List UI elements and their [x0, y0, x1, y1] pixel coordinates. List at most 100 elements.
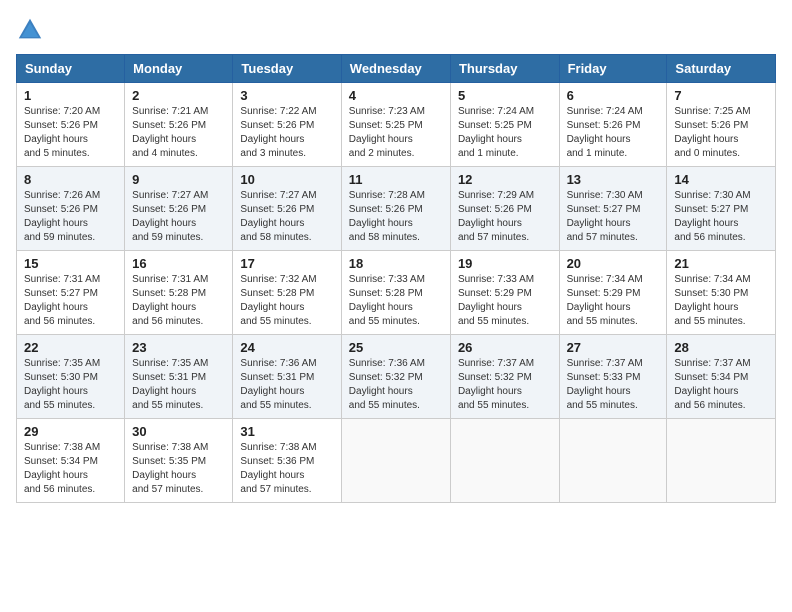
calendar-cell: 3Sunrise: 7:22 AMSunset: 5:26 PMDaylight… — [233, 83, 341, 167]
calendar-cell — [667, 419, 776, 503]
calendar-cell: 7 Sunrise: 7:25 AMSunset: 5:26 PMDaylight… — [667, 83, 776, 167]
day-info: Sunrise: 7:23 AMSunset: 5:25 PMDaylight … — [349, 105, 443, 161]
day-info: Sunrise: 7:38 AMSunset: 5:34 PMDaylight … — [24, 441, 117, 497]
calendar-cell: 4 Sunrise: 7:23 AMSunset: 5:25 PMDaylight… — [341, 83, 450, 167]
day-number: 16 — [132, 256, 225, 271]
calendar-cell: 11 Sunrise: 7:28 AMSunset: 5:26 PMDayligh… — [341, 167, 450, 251]
weekday-header-friday: Friday — [559, 55, 667, 83]
calendar-cell: 14 Sunrise: 7:30 AMSunset: 5:27 PMDayligh… — [667, 167, 776, 251]
day-number: 13 — [567, 172, 660, 187]
day-info: Sunrise: 7:24 AMSunset: 5:25 PMDaylight … — [458, 105, 552, 161]
calendar-week-row: 8 Sunrise: 7:26 AMSunset: 5:26 PMDaylight… — [17, 167, 776, 251]
day-info: Sunrise: 7:34 AMSunset: 5:29 PMDaylight … — [567, 273, 660, 329]
calendar-week-row: 22Sunrise: 7:35 AMSunset: 5:30 PMDayligh… — [17, 335, 776, 419]
day-info: Sunrise: 7:33 AMSunset: 5:28 PMDaylight … — [349, 273, 443, 329]
calendar-cell: 1 Sunrise: 7:20 AMSunset: 5:26 PMDaylight… — [17, 83, 125, 167]
day-info: Sunrise: 7:37 AMSunset: 5:33 PMDaylight … — [567, 357, 660, 413]
day-info: Sunrise: 7:36 AMSunset: 5:31 PMDaylight … — [240, 357, 333, 413]
day-info: Sunrise: 7:31 AMSunset: 5:27 PMDaylight … — [24, 273, 117, 329]
day-number: 1 — [24, 88, 117, 103]
calendar-cell: 21Sunrise: 7:34 AMSunset: 5:30 PMDayligh… — [667, 251, 776, 335]
calendar-week-row: 1 Sunrise: 7:20 AMSunset: 5:26 PMDaylight… — [17, 83, 776, 167]
day-number: 29 — [24, 424, 117, 439]
day-number: 10 — [240, 172, 333, 187]
calendar-week-row: 15 Sunrise: 7:31 AMSunset: 5:27 PMDayligh… — [17, 251, 776, 335]
calendar-cell: 25 Sunrise: 7:36 AMSunset: 5:32 PMDayligh… — [341, 335, 450, 419]
calendar-cell — [559, 419, 667, 503]
weekday-header-wednesday: Wednesday — [341, 55, 450, 83]
weekday-header-thursday: Thursday — [450, 55, 559, 83]
calendar-cell — [341, 419, 450, 503]
day-info: Sunrise: 7:25 AMSunset: 5:26 PMDaylight … — [674, 105, 768, 161]
day-info: Sunrise: 7:24 AMSunset: 5:26 PMDaylight … — [567, 105, 660, 161]
day-info: Sunrise: 7:30 AMSunset: 5:27 PMDaylight … — [674, 189, 768, 245]
calendar-cell: 19Sunrise: 7:33 AMSunset: 5:29 PMDayligh… — [450, 251, 559, 335]
calendar-cell: 30 Sunrise: 7:38 AMSunset: 5:35 PMDayligh… — [125, 419, 233, 503]
calendar-cell: 16 Sunrise: 7:31 AMSunset: 5:28 PMDayligh… — [125, 251, 233, 335]
day-info: Sunrise: 7:38 AMSunset: 5:36 PMDaylight … — [240, 441, 333, 497]
weekday-header-saturday: Saturday — [667, 55, 776, 83]
weekday-header-monday: Monday — [125, 55, 233, 83]
day-info: Sunrise: 7:32 AMSunset: 5:28 PMDaylight … — [240, 273, 333, 329]
calendar-cell: 15 Sunrise: 7:31 AMSunset: 5:27 PMDayligh… — [17, 251, 125, 335]
calendar-cell: 23 Sunrise: 7:35 AMSunset: 5:31 PMDayligh… — [125, 335, 233, 419]
day-info: Sunrise: 7:21 AMSunset: 5:26 PMDaylight … — [132, 105, 225, 161]
day-info: Sunrise: 7:36 AMSunset: 5:32 PMDaylight … — [349, 357, 443, 413]
calendar-cell: 9Sunrise: 7:27 AMSunset: 5:26 PMDaylight… — [125, 167, 233, 251]
day-number: 25 — [349, 340, 443, 355]
day-info: Sunrise: 7:35 AMSunset: 5:31 PMDaylight … — [132, 357, 225, 413]
day-info: Sunrise: 7:37 AMSunset: 5:34 PMDaylight … — [674, 357, 768, 413]
calendar-cell: 31 Sunrise: 7:38 AMSunset: 5:36 PMDayligh… — [233, 419, 341, 503]
day-number: 4 — [349, 88, 443, 103]
day-number: 12 — [458, 172, 552, 187]
calendar-cell: 8 Sunrise: 7:26 AMSunset: 5:26 PMDaylight… — [17, 167, 125, 251]
day-number: 8 — [24, 172, 117, 187]
calendar-cell: 27Sunrise: 7:37 AMSunset: 5:33 PMDayligh… — [559, 335, 667, 419]
calendar-cell: 10 Sunrise: 7:27 AMSunset: 5:26 PMDayligh… — [233, 167, 341, 251]
calendar-cell — [450, 419, 559, 503]
day-number: 5 — [458, 88, 552, 103]
calendar-cell: 28 Sunrise: 7:37 AMSunset: 5:34 PMDayligh… — [667, 335, 776, 419]
page-header — [16, 16, 776, 44]
calendar-cell: 17Sunrise: 7:32 AMSunset: 5:28 PMDayligh… — [233, 251, 341, 335]
day-number: 23 — [132, 340, 225, 355]
day-number: 19 — [458, 256, 552, 271]
day-info: Sunrise: 7:38 AMSunset: 5:35 PMDaylight … — [132, 441, 225, 497]
day-number: 26 — [458, 340, 552, 355]
day-info: Sunrise: 7:26 AMSunset: 5:26 PMDaylight … — [24, 189, 117, 245]
day-info: Sunrise: 7:31 AMSunset: 5:28 PMDaylight … — [132, 273, 225, 329]
day-number: 7 — [674, 88, 768, 103]
day-info: Sunrise: 7:28 AMSunset: 5:26 PMDaylight … — [349, 189, 443, 245]
calendar-week-row: 29 Sunrise: 7:38 AMSunset: 5:34 PMDayligh… — [17, 419, 776, 503]
day-info: Sunrise: 7:35 AMSunset: 5:30 PMDaylight … — [24, 357, 117, 413]
day-number: 2 — [132, 88, 225, 103]
day-number: 20 — [567, 256, 660, 271]
calendar-cell: 29 Sunrise: 7:38 AMSunset: 5:34 PMDayligh… — [17, 419, 125, 503]
day-info: Sunrise: 7:27 AMSunset: 5:26 PMDaylight … — [240, 189, 333, 245]
day-info: Sunrise: 7:20 AMSunset: 5:26 PMDaylight … — [24, 105, 117, 161]
day-number: 31 — [240, 424, 333, 439]
weekday-header-row: SundayMondayTuesdayWednesdayThursdayFrid… — [17, 55, 776, 83]
day-number: 18 — [349, 256, 443, 271]
calendar-cell: 22Sunrise: 7:35 AMSunset: 5:30 PMDayligh… — [17, 335, 125, 419]
day-info: Sunrise: 7:29 AMSunset: 5:26 PMDaylight … — [458, 189, 552, 245]
day-info: Sunrise: 7:34 AMSunset: 5:30 PMDaylight … — [674, 273, 768, 329]
calendar-table: SundayMondayTuesdayWednesdayThursdayFrid… — [16, 54, 776, 503]
calendar-cell: 2 Sunrise: 7:21 AMSunset: 5:26 PMDaylight… — [125, 83, 233, 167]
day-number: 3 — [240, 88, 333, 103]
calendar-cell: 13 Sunrise: 7:30 AMSunset: 5:27 PMDayligh… — [559, 167, 667, 251]
day-number: 14 — [674, 172, 768, 187]
calendar-cell: 24Sunrise: 7:36 AMSunset: 5:31 PMDayligh… — [233, 335, 341, 419]
day-number: 28 — [674, 340, 768, 355]
calendar-cell: 12 Sunrise: 7:29 AMSunset: 5:26 PMDayligh… — [450, 167, 559, 251]
day-info: Sunrise: 7:30 AMSunset: 5:27 PMDaylight … — [567, 189, 660, 245]
logo-icon — [16, 16, 44, 44]
day-number: 30 — [132, 424, 225, 439]
day-number: 15 — [24, 256, 117, 271]
calendar-cell: 5 Sunrise: 7:24 AMSunset: 5:25 PMDaylight… — [450, 83, 559, 167]
weekday-header-sunday: Sunday — [17, 55, 125, 83]
logo — [16, 16, 48, 44]
calendar-cell: 18 Sunrise: 7:33 AMSunset: 5:28 PMDayligh… — [341, 251, 450, 335]
day-info: Sunrise: 7:37 AMSunset: 5:32 PMDaylight … — [458, 357, 552, 413]
day-number: 11 — [349, 172, 443, 187]
